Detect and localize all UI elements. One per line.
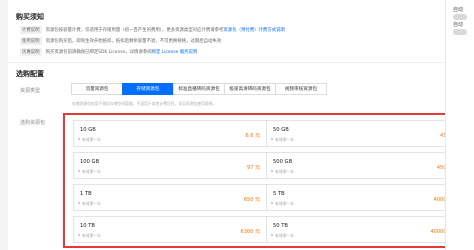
- package-size: 1 TB: [80, 191, 92, 197]
- package-price: 97 元: [247, 165, 260, 171]
- package-validity: 有效期一年: [78, 233, 101, 238]
- right-panel-toggle[interactable]: [453, 29, 467, 35]
- tab-standard-transcode-package[interactable]: 标准直播转码资源包: [173, 83, 225, 95]
- notice-row-billing: 计费说明 资源包按容量计费，仅适用于存储用量（初一百产生的费用），更多资源类型对…: [20, 25, 285, 34]
- package-card-50tb[interactable]: 50 TB 有效期一年 40000 元: [266, 216, 462, 243]
- right-panel-toggle[interactable]: [453, 14, 467, 20]
- package-card-1tb[interactable]: 1 TB 有效期一年 650 元: [73, 184, 269, 211]
- package-validity: 有效期一年: [271, 169, 294, 174]
- notice-row-usage: 使用说明 资源包购买后，即刻生效开始抵扣，抵扣后剩余容量不退，不可更换规格，过期…: [20, 36, 221, 45]
- purchase-notice-title: 购买须知: [16, 13, 44, 21]
- billing-doc-link[interactable]: 资源包（预付费）计费方式说明: [223, 27, 284, 33]
- package-validity: 有效期一年: [78, 169, 101, 174]
- package-card-10gb[interactable]: 10 GB 有效期一年 6.6 元: [73, 120, 269, 147]
- package-validity: 有效期一年: [271, 233, 294, 238]
- package-validity: 有效期一年: [271, 201, 294, 206]
- notice-text: 购买资源包前请确保已绑定SDK License，详情请参阅: [45, 49, 152, 55]
- tab-traffic-package[interactable]: 流量资源包: [71, 83, 123, 95]
- package-selection-panel: 10 GB 有效期一年 6.6 元 50 GB 有效期一年 45 元 100 G…: [63, 113, 462, 248]
- notice-text: 资源包按容量计费，仅适用于存储用量（初一百产生的费用），更多资源类型对应计费请参…: [45, 27, 224, 33]
- package-size: 50 GB: [273, 127, 289, 133]
- package-size: 500 GB: [273, 159, 293, 165]
- tab-video-review-package[interactable]: 视频审核资源包: [275, 83, 327, 95]
- divider: [8, 62, 445, 63]
- resource-type-tabs: 流量资源包 存储资源包 标准直播转码资源包 极速高清转码资源包 视频审核资源包: [71, 83, 327, 95]
- tab-hint: 存储资源包仅用于抵扣存储空间容量，不适用于其他计费项目，详见资源包使用说明。: [72, 101, 217, 106]
- select-config-title: 选购配置: [16, 70, 44, 78]
- package-card-50gb[interactable]: 50 GB 有效期一年 45 元: [266, 120, 462, 147]
- tab-storage-package[interactable]: 存储资源包: [122, 83, 174, 95]
- package-card-5tb[interactable]: 5 TB 有效期一年 4000 元: [266, 184, 462, 211]
- notice-row-discount: 优惠说明 购买资源包前请确保已绑定SDK License，详情请参阅 绑定 Li…: [20, 47, 197, 56]
- resource-type-label: 资源类型: [20, 88, 41, 94]
- package-validity: 有效期一年: [78, 137, 101, 142]
- package-size: 10 TB: [80, 223, 95, 229]
- package-validity: 有效期一年: [271, 137, 294, 142]
- notice-tag: 使用说明: [20, 36, 42, 45]
- page: 购买须知 计费说明 资源包按容量计费，仅适用于存储用量（初一百产生的费用），更多…: [0, 0, 474, 250]
- package-size: 100 GB: [80, 159, 100, 165]
- package-card-10tb[interactable]: 10 TB 有效期一年 6300 元: [73, 216, 269, 243]
- right-side-panel: 自动 自动: [445, 0, 474, 250]
- package-size: 5 TB: [273, 191, 285, 197]
- package-card-100gb[interactable]: 100 GB 有效期一年 97 元: [73, 152, 269, 179]
- notice-text: 资源包购买后，即刻生效开始抵扣，抵扣后剩余容量不退，不可更换规格，过期后自动失效: [45, 38, 222, 44]
- package-price: 6300 元: [240, 229, 260, 235]
- package-size: 10 GB: [80, 127, 96, 133]
- package-size: 50 TB: [273, 223, 288, 229]
- license-doc-link[interactable]: 绑定 License 服务说明: [152, 49, 198, 55]
- package-label: 选购资源包: [20, 120, 46, 126]
- package-validity: 有效期一年: [78, 201, 101, 206]
- tab-hd-transcode-package[interactable]: 极速高清转码资源包: [224, 83, 276, 95]
- right-panel-label: 自动: [453, 7, 464, 13]
- package-price: 650 元: [243, 197, 260, 203]
- package-price: 6.6 元: [245, 133, 260, 139]
- package-card-500gb[interactable]: 500 GB 有效期一年 450 元: [266, 152, 462, 179]
- right-panel-label: 自动: [453, 22, 464, 28]
- notice-tag: 计费说明: [20, 25, 42, 34]
- notice-tag: 优惠说明: [20, 47, 42, 56]
